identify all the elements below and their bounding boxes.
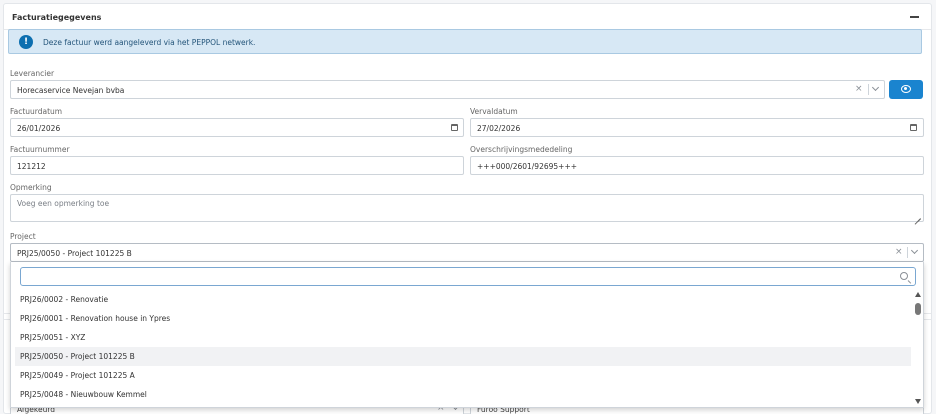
project-clear-icon[interactable]: × <box>895 248 903 257</box>
option-label: PRJ25/0051 - XYZ <box>20 333 86 342</box>
eye-icon <box>901 85 911 93</box>
invoice-number-value: 121212 <box>17 162 46 171</box>
scroll-thumb[interactable] <box>915 303 921 315</box>
project-select[interactable]: PRJ25/0050 - Project 101225 B × <box>10 243 924 262</box>
minus-icon[interactable] <box>910 16 919 18</box>
remark-placeholder: Voeg een opmerking toe <box>17 199 110 208</box>
option-label: PRJ25/0049 - Project 101225 A <box>20 371 135 380</box>
calendar-icon[interactable] <box>451 124 458 131</box>
payment-reference-label: Overschrijvingsmededeling <box>470 145 573 154</box>
project-option[interactable]: PRJ26/0002 - Renovatie <box>15 290 911 309</box>
project-dropdown: PRJ26/0002 - Renovatie PRJ26/0001 - Reno… <box>10 262 924 408</box>
due-date-value: 27/02/2026 <box>477 124 521 133</box>
invoice-date-value: 26/01/2026 <box>17 124 61 133</box>
due-date-label: Vervaldatum <box>470 107 518 116</box>
remark-label: Opmerking <box>10 183 52 192</box>
chevron-down-icon[interactable] <box>910 246 919 255</box>
payment-reference-value: +++000/2601/92695+++ <box>477 162 578 171</box>
invoice-date-input[interactable]: 26/01/2026 <box>10 118 464 137</box>
scroll-down-icon[interactable] <box>915 399 921 404</box>
project-option[interactable]: PRJ25/0051 - XYZ <box>15 328 911 347</box>
supplier-value: Horecaservice Nevejan bvba <box>17 86 125 95</box>
project-search-input[interactable] <box>20 267 916 286</box>
panel-header[interactable]: Facturatiegegevens <box>4 4 931 30</box>
supplier-separator <box>868 84 869 95</box>
info-circle-icon: ! <box>19 35 33 49</box>
project-option[interactable]: PRJ25/0048 - Nieuwbouw Kemmel <box>15 385 911 404</box>
payment-reference-input[interactable]: +++000/2601/92695+++ <box>470 156 924 175</box>
option-label: PRJ26/0002 - Renovatie <box>20 295 109 304</box>
view-supplier-button[interactable] <box>889 80 923 99</box>
project-value: PRJ25/0050 - Project 101225 B <box>17 249 132 258</box>
option-label: PRJ25/0048 - Nieuwbouw Kemmel <box>20 390 147 399</box>
supplier-label: Leverancier <box>10 69 55 78</box>
invoice-number-label: Factuurnummer <box>10 145 70 154</box>
resize-handle-icon[interactable] <box>915 213 921 219</box>
peppol-info-alert: ! Deze factuur werd aangeleverd via het … <box>8 29 922 54</box>
project-options-list: PRJ26/0002 - Renovatie PRJ26/0001 - Reno… <box>11 290 911 408</box>
page-background: Facturatiegegevens ! Deze factuur werd a… <box>0 0 936 414</box>
supplier-clear-icon[interactable]: × <box>855 85 863 94</box>
search-icon <box>900 272 908 280</box>
dropdown-scrollbar[interactable] <box>913 290 923 406</box>
option-label: PRJ25/0050 - Project 101225 B <box>20 352 135 361</box>
project-option[interactable]: PRJ26/0001 - Renovation house in Ypres <box>15 309 911 328</box>
invoice-number-input[interactable]: 121212 <box>10 156 464 175</box>
project-option[interactable]: PRJ25/0049 - Project 101225 A <box>15 366 911 385</box>
remark-textarea[interactable]: Voeg een opmerking toe <box>10 194 924 222</box>
option-label: PRJ26/0001 - Renovation house in Ypres <box>20 314 171 323</box>
chevron-down-icon[interactable] <box>871 83 880 92</box>
due-date-input[interactable]: 27/02/2026 <box>470 118 924 137</box>
invoice-date-label: Factuurdatum <box>10 107 63 116</box>
supplier-select[interactable]: Horecaservice Nevejan bvba × <box>10 80 885 99</box>
project-label: Project <box>10 232 36 241</box>
scroll-up-icon[interactable] <box>915 292 921 297</box>
project-separator <box>907 247 908 258</box>
alert-text: Deze factuur werd aangeleverd via het PE… <box>43 38 256 47</box>
project-option-selected[interactable]: PRJ25/0050 - Project 101225 B <box>15 347 911 366</box>
panel-title: Facturatiegegevens <box>12 13 102 22</box>
calendar-icon[interactable] <box>910 124 917 131</box>
